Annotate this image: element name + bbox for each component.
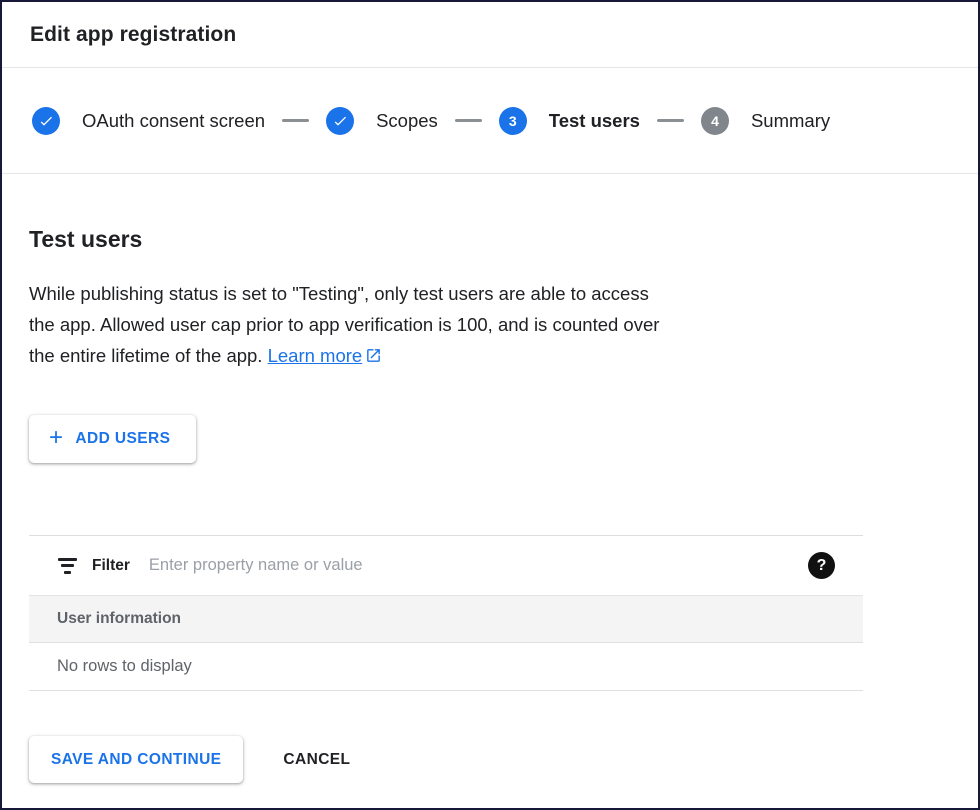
filter-bar: Filter ? [29,535,863,595]
step-connector [657,119,684,122]
test-users-table: Filter ? User information No rows to dis… [29,535,863,691]
step-label: Test users [549,110,640,132]
step-scopes[interactable]: Scopes [326,107,438,135]
table-column-header: User information [29,595,863,643]
step-summary[interactable]: 4 Summary [701,107,830,135]
step-complete-check-icon [32,107,60,135]
step-label: Summary [751,110,830,132]
external-link-icon [365,347,382,364]
main-content: Test users While publishing status is se… [2,226,978,783]
page-title: Edit app registration [30,23,236,47]
step-connector [282,119,309,122]
footer-actions: SAVE AND CONTINUE CANCEL [29,736,951,783]
learn-more-label: Learn more [268,340,363,371]
section-description: While publishing status is set to "Testi… [29,278,951,371]
description-line: While publishing status is set to "Testi… [29,278,951,309]
empty-message: No rows to display [57,657,192,676]
step-test-users[interactable]: 3 Test users [499,107,640,135]
help-icon[interactable]: ? [808,552,835,579]
description-text: the entire lifetime of the app. [29,345,262,366]
description-line: the entire lifetime of the app. Learn mo… [29,340,951,371]
step-connector [455,119,482,122]
learn-more-link[interactable]: Learn more [268,340,383,371]
save-and-continue-button[interactable]: SAVE AND CONTINUE [29,736,243,783]
add-users-button[interactable]: + ADD USERS [29,415,196,463]
page-header: Edit app registration [2,2,978,68]
add-users-label: ADD USERS [75,430,170,448]
filter-input[interactable] [145,556,793,575]
step-complete-check-icon [326,107,354,135]
wizard-stepper: OAuth consent screen Scopes 3 Test users… [2,68,978,174]
step-label: Scopes [376,110,438,132]
description-line: the app. Allowed user cap prior to app v… [29,309,951,340]
step-number-badge: 4 [701,107,729,135]
step-label: OAuth consent screen [82,110,265,132]
column-header-label: User information [57,610,181,628]
table-empty-row: No rows to display [29,643,863,691]
step-oauth-consent-screen[interactable]: OAuth consent screen [32,107,265,135]
plus-icon: + [49,426,63,450]
cancel-button[interactable]: CANCEL [283,751,350,769]
filter-icon[interactable] [57,558,77,574]
step-number-badge: 3 [499,107,527,135]
filter-label: Filter [92,557,130,575]
section-heading: Test users [29,226,951,253]
